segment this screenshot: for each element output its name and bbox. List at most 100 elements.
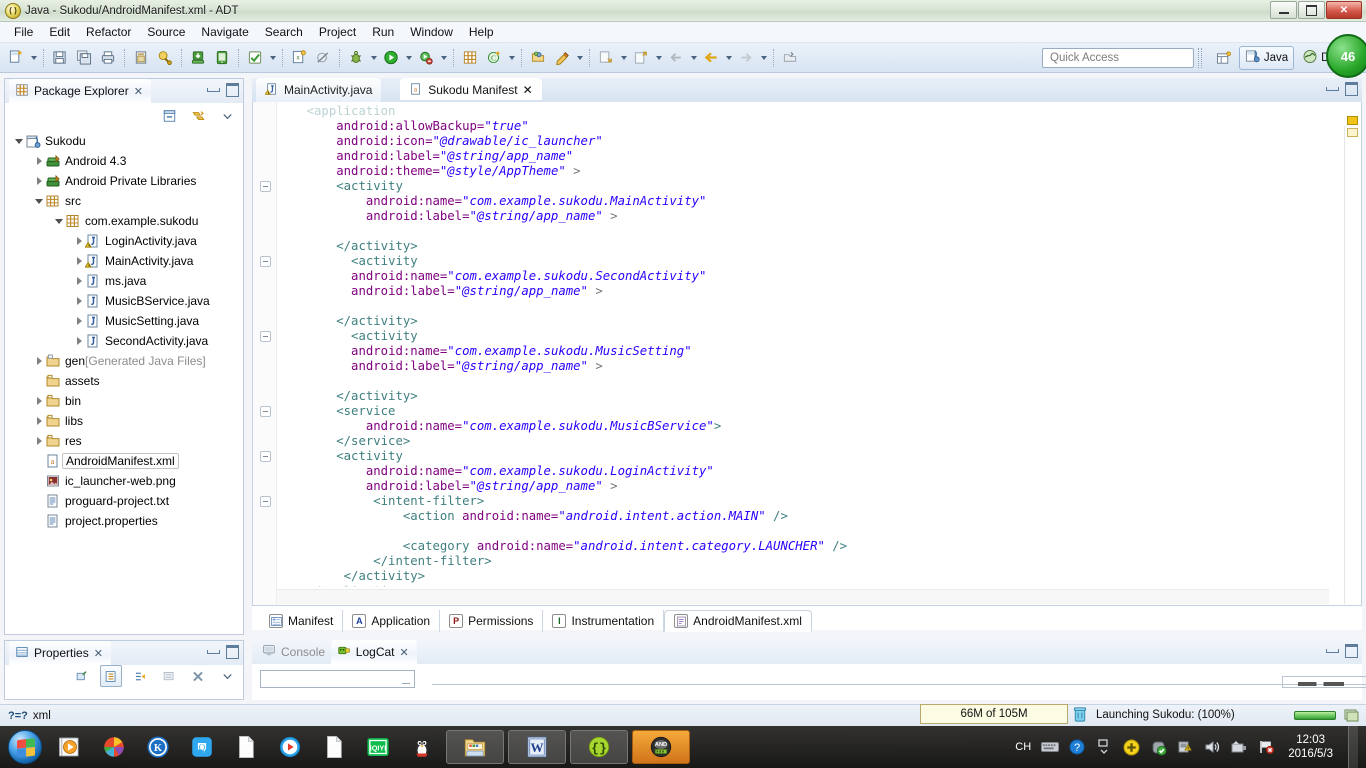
taskbar-colorful-ball-icon[interactable] [92, 728, 136, 766]
close-icon[interactable]: ✕ [134, 85, 143, 98]
menu-item-file[interactable]: File [6, 23, 41, 41]
warning-marker[interactable] [1347, 116, 1358, 125]
close-icon[interactable]: ✕ [400, 646, 409, 659]
chevron-right-icon[interactable] [73, 311, 85, 331]
chevron-right-icon[interactable] [33, 171, 45, 191]
tree-item-android-private-libraries[interactable]: Android Private Libraries [5, 171, 243, 191]
tab-properties[interactable]: Properties ✕ [9, 641, 111, 665]
minimize-icon[interactable] [1270, 1, 1297, 19]
previous-annotation-dropdown-icon[interactable] [653, 47, 664, 69]
page-tab-manifest[interactable]: Manifest [260, 610, 344, 632]
forward-highlight-icon[interactable] [700, 47, 722, 69]
taskbar-android-adt-window[interactable]: AND [632, 730, 690, 764]
maximize-icon[interactable] [1345, 82, 1358, 96]
tree-item-ms-java[interactable]: ms.java [5, 271, 243, 291]
menu-item-run[interactable]: Run [364, 23, 402, 41]
garbage-collect-icon[interactable] [1072, 706, 1088, 723]
chevron-right-icon[interactable] [33, 431, 45, 451]
chevron-down-icon[interactable] [33, 191, 45, 211]
next-annotation-icon[interactable] [595, 47, 617, 69]
debug-icon[interactable] [345, 47, 367, 69]
sign-export-wizard-icon[interactable] [154, 47, 176, 69]
search-dropdown-icon[interactable] [574, 47, 585, 69]
tree-item-com-example-sukodu[interactable]: com.example.sukodu [5, 211, 243, 231]
new-class-dropdown-icon[interactable] [506, 47, 517, 69]
chevron-right-icon[interactable] [73, 271, 85, 291]
maximize-icon[interactable] [226, 645, 239, 659]
android-sdk-manager-icon[interactable] [187, 47, 209, 69]
editor-marker-overview-ruler[interactable] [1345, 102, 1361, 605]
toolbar-drag-handle[interactable] [1198, 48, 1202, 68]
forward-2-dropdown-icon[interactable] [758, 47, 769, 69]
show-progress-icon[interactable] [1344, 708, 1360, 722]
console-tab-console[interactable]: Console [256, 640, 333, 664]
view-menu-icon[interactable] [216, 665, 238, 687]
tree-item-android-4-3[interactable]: Android 4.3 [5, 151, 243, 171]
chevron-down-icon[interactable] [13, 131, 25, 151]
show-hidden-icons-icon[interactable] [1095, 738, 1113, 756]
close-icon[interactable]: ✕ [94, 647, 103, 660]
collapse-all-icon[interactable] [158, 105, 180, 127]
windows-start-orb[interactable] [2, 728, 48, 766]
tree-item-proguard-project-txt[interactable]: proguard-project.txt [5, 491, 243, 511]
maximize-icon[interactable] [1298, 1, 1325, 19]
save-icon[interactable] [49, 47, 71, 69]
maximize-icon[interactable] [226, 83, 239, 97]
tree-item-res[interactable]: res [5, 431, 243, 451]
logcat-filter-combo[interactable] [260, 670, 415, 688]
fold-collapse-icon[interactable] [260, 496, 271, 507]
chevron-down-icon[interactable] [53, 211, 65, 231]
skip-all-breakpoints-icon[interactable] [312, 47, 334, 69]
tab-package-explorer[interactable]: Package Explorer ✕ [9, 79, 151, 103]
warning-marker[interactable] [1347, 128, 1358, 137]
tree-item-src[interactable]: src [5, 191, 243, 211]
forward-dropdown-icon[interactable] [723, 47, 734, 69]
taskbar-media-player-classic-icon[interactable] [268, 728, 312, 766]
save-all-icon[interactable] [73, 47, 95, 69]
minimize-icon[interactable] [207, 645, 220, 656]
tree-item-sukodu[interactable]: Sukodu [5, 131, 243, 151]
package-explorer-tree[interactable]: Sukodu Android 4.3 Android Private Librari… [5, 129, 243, 634]
menu-item-search[interactable]: Search [257, 23, 311, 41]
tree-item-libs[interactable]: libs [5, 411, 243, 431]
page-tab-androidmanifest-xml[interactable]: AndroidManifest.xml [664, 610, 812, 632]
next-annotation-dropdown-icon[interactable] [618, 47, 629, 69]
fold-collapse-icon[interactable] [260, 406, 271, 417]
tree-item-assets[interactable]: assets [5, 371, 243, 391]
print-icon[interactable] [97, 47, 119, 69]
export-android-app-icon[interactable] [130, 47, 152, 69]
pin-icon[interactable] [158, 665, 180, 687]
maximize-icon[interactable] [1345, 644, 1358, 658]
chevron-right-icon[interactable] [33, 151, 45, 171]
chevron-right-icon[interactable] [73, 231, 85, 251]
open-task-icon[interactable] [779, 47, 801, 69]
search-icon[interactable] [551, 47, 573, 69]
tree-item-musicbservice-java[interactable]: MusicBService.java [5, 291, 243, 311]
new-wizard-dropdown-icon[interactable] [28, 47, 39, 69]
fold-collapse-icon[interactable] [260, 451, 271, 462]
link-with-editor-icon[interactable] [187, 105, 209, 127]
taskbar-blank-document-2-icon[interactable] [312, 728, 356, 766]
menu-item-project[interactable]: Project [311, 23, 364, 41]
close-view-icon[interactable] [187, 665, 209, 687]
minimize-icon[interactable] [207, 83, 220, 94]
tree-item-ic-launcher-web-png[interactable]: ic_launcher-web.png [5, 471, 243, 491]
keyboard-icon[interactable] [1041, 738, 1060, 756]
toggle-mark-occurrences-icon[interactable] [244, 47, 266, 69]
xml-source-code[interactable]: <application android:allowBackup="true" … [277, 102, 1329, 587]
network-alert-icon[interactable] [1176, 738, 1194, 756]
page-tab-instrumentation[interactable]: I Instrumentation [543, 610, 665, 632]
menu-item-source[interactable]: Source [139, 23, 193, 41]
taskbar-file-explorer-window[interactable] [446, 730, 504, 764]
antivirus-icon[interactable] [1149, 738, 1167, 756]
tree-item-mainactivity-java[interactable]: MainActivity.java [5, 251, 243, 271]
page-tab-permissions[interactable]: P Permissions [440, 610, 544, 632]
page-tab-application[interactable]: A Application [343, 610, 441, 632]
editor-tab-sukodu-manifest[interactable]: a Sukodu Manifest ✕ [400, 78, 542, 102]
editor-gutter[interactable] [253, 102, 277, 605]
menu-item-window[interactable]: Window [402, 23, 461, 41]
run-icon[interactable] [380, 47, 402, 69]
console-tab-logcat[interactable]: LogCat ✕ [330, 640, 417, 664]
fold-collapse-icon[interactable] [260, 331, 271, 342]
new-android-xml-file-icon[interactable]: x [288, 47, 310, 69]
